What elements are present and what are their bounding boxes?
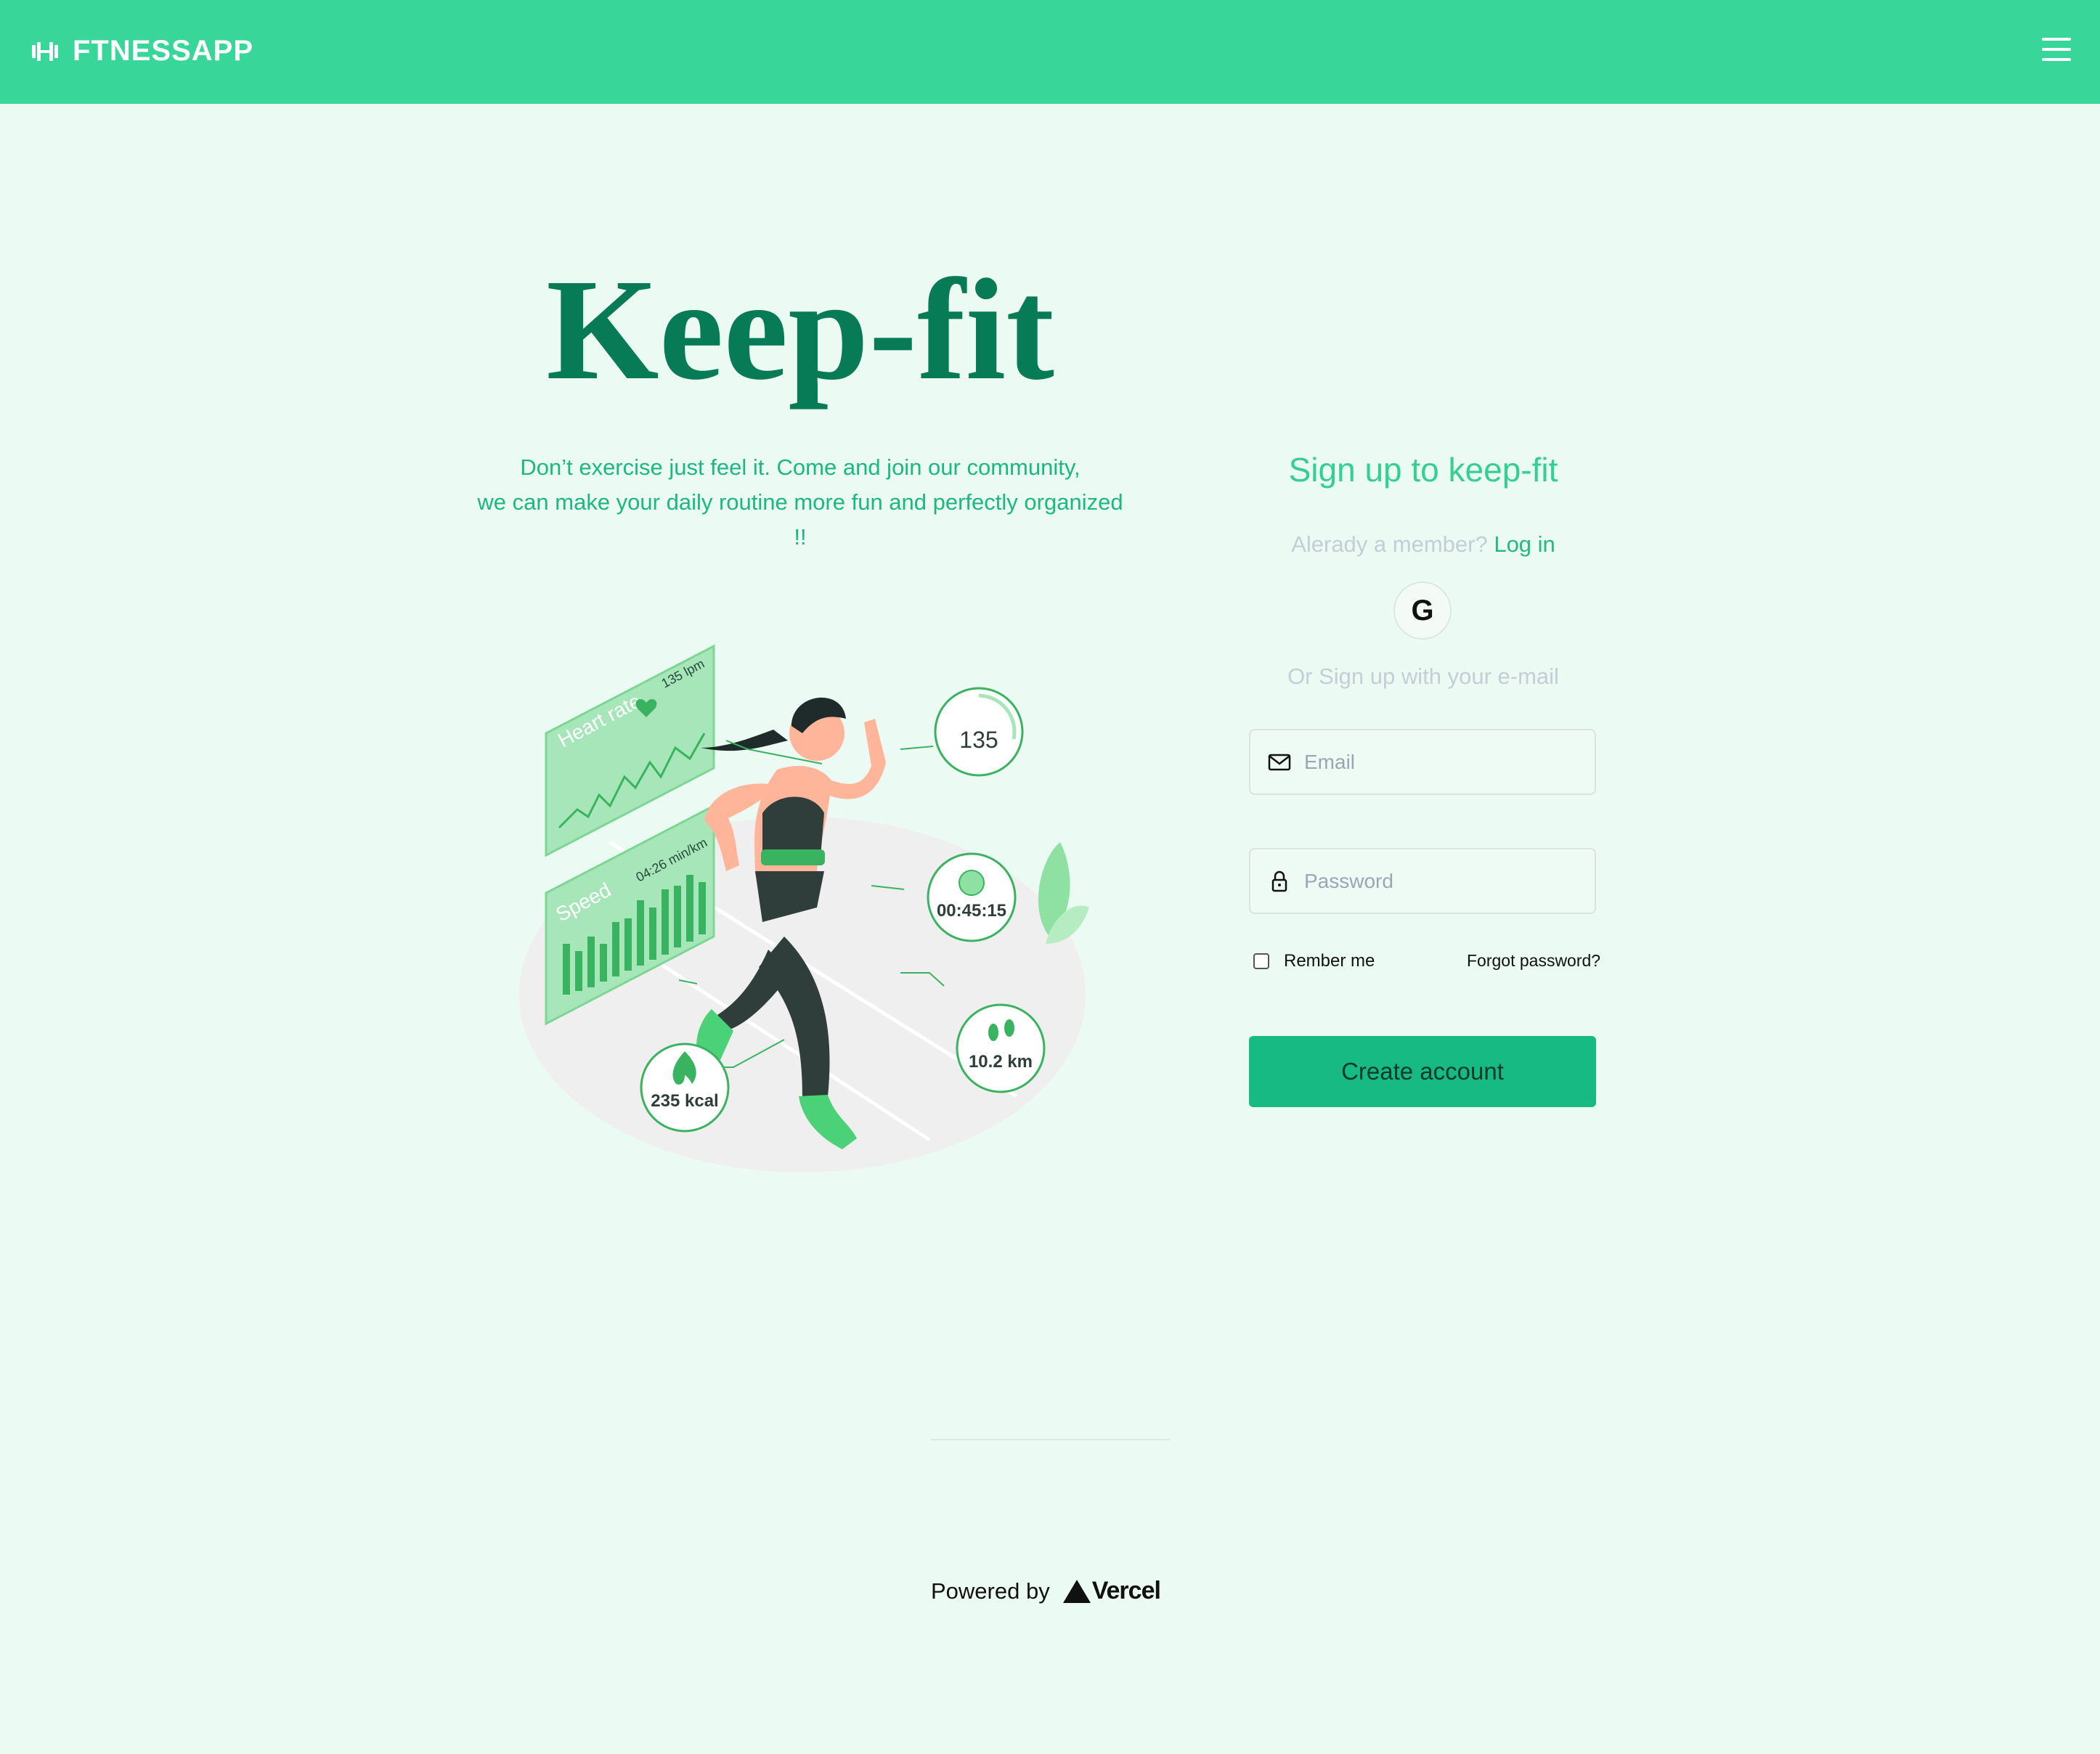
already-member-line: Alerady a member? Log in	[1205, 531, 1641, 558]
distance-badge: 10.2 km	[956, 1003, 1046, 1093]
footer: Powered by Vercel	[931, 1577, 1161, 1605]
footer-divider	[931, 1439, 1171, 1440]
password-input[interactable]	[1303, 868, 1582, 894]
footprints-icon	[988, 1024, 998, 1041]
email-input[interactable]	[1303, 749, 1582, 775]
powered-by-text: Powered by	[931, 1578, 1050, 1604]
hero-subtitle-line: !!	[794, 524, 807, 550]
create-account-button[interactable]: Create account	[1249, 1036, 1596, 1107]
brand-name: FTNESSAPP	[73, 35, 254, 67]
signup-title: Sign up to keep-fit	[1288, 451, 1558, 489]
brand[interactable]: FTNESSAPP	[30, 35, 253, 68]
hero-subtitle-line: Don’t exercise just feel it. Come and jo…	[520, 454, 1080, 480]
runner-illustration: Heart rate 135 lpm Speed 04:26 min/km 13…	[519, 644, 1089, 1172]
hero-subtitle: Don’t exercise just feel it. Come and jo…	[436, 450, 1165, 555]
hero-title: Keep-fit	[546, 250, 1054, 410]
remember-me: Rember me	[1253, 951, 1375, 971]
vercel-triangle-icon	[1062, 1579, 1091, 1603]
calories-value: 235 kcal	[651, 1091, 718, 1111]
login-link[interactable]: Log in	[1494, 531, 1555, 557]
forgot-password-link[interactable]: Forgot password?	[1467, 951, 1600, 971]
mail-icon	[1268, 754, 1291, 770]
heart-rate-value: 135	[959, 727, 998, 753]
hamburger-menu-icon[interactable]	[2042, 38, 2071, 64]
calories-badge: 235 kcal	[640, 1043, 730, 1133]
vercel-logo[interactable]: Vercel	[1062, 1577, 1161, 1605]
password-field[interactable]	[1249, 848, 1596, 914]
timer-value: 00:45:15	[937, 901, 1006, 921]
distance-value: 10.2 km	[969, 1052, 1033, 1072]
top-navbar: FTNESSAPP	[0, 0, 2100, 104]
stopwatch-icon	[959, 870, 985, 896]
google-icon: G	[1411, 594, 1434, 627]
heart-rate-badge: 135	[934, 687, 1024, 777]
remember-me-checkbox[interactable]	[1253, 953, 1269, 969]
google-signin-button[interactable]: G	[1393, 582, 1452, 640]
dumbbell-icon	[32, 41, 58, 61]
remember-me-label: Rember me	[1284, 951, 1375, 971]
already-member-text: Alerady a member?	[1291, 531, 1488, 557]
lock-icon	[1271, 870, 1287, 892]
hero-subtitle-line: we can make your daily routine more fun …	[477, 489, 1123, 515]
vercel-name: Vercel	[1091, 1577, 1161, 1604]
or-signup-email-text: Or Sign up with your e-mail	[1287, 664, 1559, 689]
timer-badge: 00:45:15	[927, 852, 1017, 942]
email-field[interactable]	[1249, 729, 1596, 795]
